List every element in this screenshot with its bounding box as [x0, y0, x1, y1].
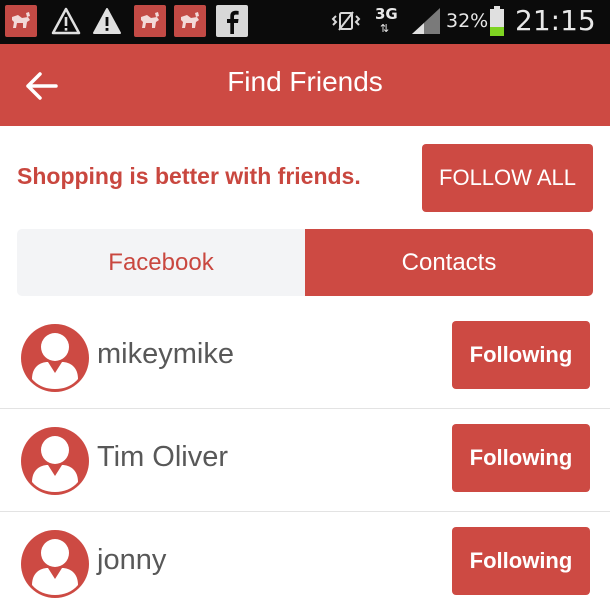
avatar-icon — [20, 426, 90, 496]
status-bar: 3G ⇅ 32% 21:15 — [0, 0, 610, 44]
battery-percent: 32% — [446, 10, 489, 32]
friend-name: Tim Oliver — [97, 441, 229, 473]
tab-contacts[interactable]: Contacts — [305, 229, 593, 296]
page-title: Find Friends — [227, 66, 383, 97]
list-item: mikeymike Following — [0, 308, 610, 410]
data-arrows-icon: ⇅ — [380, 22, 390, 35]
friend-name: jonny — [97, 544, 167, 576]
app-bar: Find Friends — [0, 44, 610, 126]
signal-icon — [410, 5, 442, 37]
tab-facebook[interactable]: Facebook — [17, 229, 305, 296]
vibrate-icon — [330, 5, 362, 37]
battery-icon — [487, 5, 507, 37]
dog-icon — [5, 5, 37, 37]
avatar-icon — [20, 323, 90, 393]
promo-text: Shopping is better with friends. — [17, 163, 361, 189]
following-button[interactable]: Following — [452, 424, 590, 492]
dog-icon — [134, 5, 166, 37]
avatar-icon — [20, 529, 90, 599]
warning-filled-icon — [91, 5, 123, 37]
list-item: jonny Following — [0, 514, 610, 616]
divider — [0, 408, 610, 409]
facebook-icon — [216, 5, 248, 37]
network-type: 3G — [375, 5, 398, 23]
following-button[interactable]: Following — [452, 321, 590, 389]
list-item: Tim Oliver Following — [0, 411, 610, 513]
divider — [0, 511, 610, 512]
following-button[interactable]: Following — [452, 527, 590, 595]
warning-icon — [50, 5, 82, 37]
friend-name: mikeymike — [97, 338, 234, 370]
dog-icon — [174, 5, 206, 37]
source-tabs: Facebook Contacts — [17, 229, 593, 296]
clock: 21:15 — [515, 4, 596, 37]
follow-all-button[interactable]: FOLLOW ALL — [422, 144, 593, 212]
